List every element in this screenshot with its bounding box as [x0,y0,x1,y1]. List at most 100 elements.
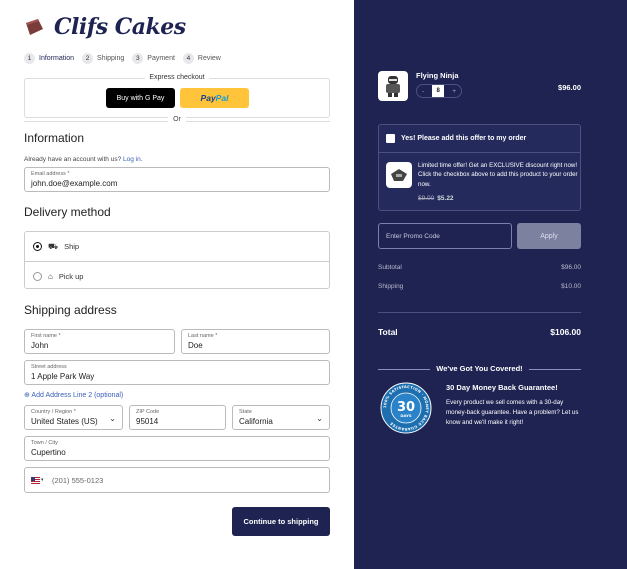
product-price: $96.00 [558,83,581,92]
paypal-logo-a: Pay [200,93,216,103]
brand-name: Clifs Cakes [54,14,186,40]
step-review[interactable]: 4 Review [182,53,221,64]
us-flag-icon[interactable] [31,477,40,484]
subtotal-row: Subtotal $96.00 [378,264,581,271]
product-image [378,71,408,101]
offer-product-image [386,162,412,188]
step-number: 4 [182,53,194,64]
quantity-stepper: - 8 + [416,84,462,98]
delivery-options: ⛟ Ship ⌂ Pick up [24,231,330,289]
upsell-offer: Yes! Please add this offer to my order L… [378,124,581,211]
zip-field[interactable]: ZIP Code 95014 [129,405,226,430]
login-link[interactable]: Log in. [123,156,143,163]
login-note-text: Already have an account with us? [24,156,122,163]
truck-icon: ⛟ [48,241,59,251]
logo[interactable]: Clifs Cakes [24,14,186,40]
state-value: California [239,417,273,426]
checkout-steps: 1 Information 2 Shipping 3 Payment 4 Rev… [24,53,229,64]
offer-description: Limited time offer! Get an EXCLUSIVE dis… [418,162,578,188]
country-value: United States (US) [31,417,98,426]
express-title: Express checkout [145,74,209,81]
step-label: Review [197,55,221,62]
step-label: Shipping [97,55,125,62]
last-name-value: Doe [188,341,203,350]
offer-price: $9.00 $5.22 [418,195,454,202]
zip-label: ZIP Code [136,409,160,415]
offer-old-price: $9.00 [418,195,435,202]
step-number: 3 [132,53,144,64]
step-label: Payment [147,55,175,62]
shipping-label: Shipping [378,283,404,290]
google-pay-button[interactable]: Buy with G Pay [106,88,175,108]
subtotal-label: Subtotal [378,264,402,271]
step-number: 1 [24,53,35,64]
street-address-field[interactable]: Street address 1 Apple Park Way [24,360,330,385]
delivery-option-label: Pick up [58,271,84,281]
paypal-logo-b: Pal [215,93,229,103]
step-payment[interactable]: 3 Payment [132,53,175,64]
first-name-field[interactable]: First name * John [24,329,175,354]
apply-promo-button[interactable]: Apply [517,223,581,249]
country-select[interactable]: Country / Region * United States (US) ⌄ [24,405,123,430]
add-address-line-link[interactable]: ⊕ Add Address Line 2 (optional) [24,391,123,399]
login-note: Already have an account with us? Log in. [24,156,143,163]
summary-divider [378,312,581,313]
first-name-label: First name * [31,333,61,339]
last-name-label: Last name * [188,333,218,339]
store-icon: ⌂ [48,271,53,281]
first-name-value: John [31,341,49,350]
total-row: Total $106.00 [378,327,581,337]
decrement-button[interactable]: - [422,88,424,95]
zip-value: 95014 [136,417,159,426]
cake-slice-icon [26,19,43,35]
last-name-field[interactable]: Last name * Doe [181,329,330,354]
chevron-down-icon: ⌄ [109,414,116,423]
delivery-heading: Delivery method [24,205,111,219]
information-heading: Information [24,131,85,145]
step-number: 2 [82,53,94,64]
order-summary-panel: Flying Ninja - 8 + $96.00 Yes! Please ad… [354,0,627,569]
step-label: Information [39,55,75,62]
increment-button[interactable]: + [452,88,456,95]
city-label: Town / City [31,440,58,446]
product-name: Flying Ninja [416,71,459,80]
offer-checkbox-label: Yes! Please add this offer to my order [401,135,527,142]
guarantee-heading: We've Got You Covered! [430,364,529,373]
delivery-option-label: Ship [64,242,80,251]
subtotal-value: $96.00 [561,264,581,271]
promo-code-input[interactable]: Enter Promo Code [378,223,512,249]
checkout-form-panel: Clifs Cakes 1 Information 2 Shipping 3 P… [0,0,354,569]
shipping-heading: Shipping address [24,303,117,317]
or-label: Or [168,116,186,123]
city-value: Cupertino [31,448,66,457]
total-value: $106.00 [550,327,581,337]
radio-selected[interactable] [33,242,42,251]
chevron-down-icon: ▾ [41,477,44,483]
state-label: State [239,409,252,415]
money-back-badge-icon: 100% SATISFACTION · MONEY BACK GUARANTEE… [380,382,432,434]
phone-field[interactable]: ▾ (201) 555-0123 [24,467,330,493]
offer-product-icon [391,169,407,181]
offer-checkbox[interactable] [386,134,395,143]
guarantee-title: 30 Day Money Back Guarantee! [446,383,558,392]
quantity-value[interactable]: 8 [432,85,445,97]
offer-checkbox-row[interactable]: Yes! Please add this offer to my order [379,125,580,153]
express-checkout: Express checkout Buy with G Pay Pay Pal [24,74,330,118]
country-label: Country / Region * [31,409,76,415]
delivery-option-ship[interactable]: ⛟ Ship [25,232,329,261]
paypal-button[interactable]: Pay Pal [180,88,249,108]
street-label: Street address [31,364,67,370]
radio-unselected[interactable] [33,271,42,281]
continue-to-shipping-button[interactable]: Continue to shipping [232,507,330,536]
shipping-row: Shipping $10.00 [378,283,581,290]
total-label: Total [378,327,398,337]
phone-placeholder: (201) 555-0123 [52,476,104,485]
state-select[interactable]: State California ⌄ [232,405,330,430]
email-field[interactable]: Email address * john.doe@example.com [24,167,330,192]
delivery-option-pickup[interactable]: ⌂ Pick up [25,261,329,290]
city-field[interactable]: Town / City Cupertino [24,436,330,461]
step-information[interactable]: 1 Information [24,53,74,64]
offer-new-price: $5.22 [437,195,454,202]
step-shipping[interactable]: 2 Shipping [82,53,124,64]
street-value: 1 Apple Park Way [31,372,95,381]
